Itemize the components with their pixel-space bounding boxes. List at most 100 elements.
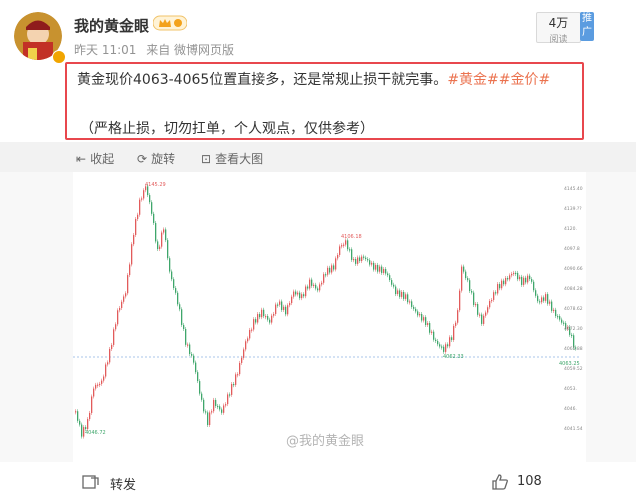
candle xyxy=(77,411,79,421)
candle xyxy=(323,274,325,283)
candle xyxy=(503,280,505,285)
candle xyxy=(141,198,143,200)
candle xyxy=(529,275,531,280)
collapse-button[interactable]: ⇤ 收起 xyxy=(76,150,114,167)
candle xyxy=(537,295,539,302)
candle xyxy=(489,300,491,308)
candle xyxy=(349,249,351,251)
candle xyxy=(101,380,103,384)
candle xyxy=(561,319,563,323)
magnify-icon: ⊡ xyxy=(201,151,212,166)
vip-crown-icon[interactable] xyxy=(152,14,188,32)
candle xyxy=(79,420,81,425)
candle xyxy=(175,288,177,293)
author-name[interactable]: 我的黄金眼 xyxy=(74,15,149,36)
candle xyxy=(551,301,553,311)
candle xyxy=(525,277,527,283)
candle xyxy=(177,292,179,305)
candle xyxy=(123,296,125,302)
view-large-button[interactable]: ⊡ 查看大图 xyxy=(201,150,263,167)
candle xyxy=(499,284,501,289)
candle xyxy=(443,346,445,352)
candle xyxy=(335,258,337,270)
candle xyxy=(473,292,475,305)
candle xyxy=(519,276,521,280)
candle xyxy=(437,340,439,345)
candle xyxy=(155,222,157,242)
candle xyxy=(243,349,245,358)
candle xyxy=(549,301,551,304)
candle xyxy=(231,384,233,395)
candle xyxy=(341,245,343,247)
candle xyxy=(411,301,413,307)
candle xyxy=(139,199,141,215)
candle xyxy=(263,309,265,317)
candle xyxy=(403,292,405,299)
candle xyxy=(527,275,529,283)
verified-badge-icon xyxy=(52,50,66,64)
read-count-badge: 4万 阅读 xyxy=(536,12,581,45)
candle xyxy=(297,292,299,295)
candle xyxy=(431,331,433,333)
candle xyxy=(125,293,127,297)
rotate-icon: ⟳ xyxy=(137,151,148,166)
y-tick-label: 4090.66 xyxy=(564,266,583,272)
candle xyxy=(493,292,495,300)
candle xyxy=(513,272,515,275)
like-icon[interactable] xyxy=(491,474,509,490)
forward-icon[interactable] xyxy=(82,474,100,490)
push-button[interactable]: 推广 xyxy=(580,12,594,41)
candle xyxy=(85,427,87,429)
candle xyxy=(535,290,537,296)
collapse-label: 收起 xyxy=(90,152,115,166)
candle xyxy=(423,317,425,321)
y-tick-label: 4065.88 xyxy=(564,346,583,352)
candle xyxy=(159,246,161,250)
candle xyxy=(553,309,555,312)
candle xyxy=(347,240,349,250)
candle xyxy=(115,324,117,330)
left-low-label: 4062.33 xyxy=(443,354,464,360)
candle xyxy=(531,279,533,282)
candle xyxy=(307,286,309,289)
candle xyxy=(153,213,155,223)
candle xyxy=(545,294,547,301)
candle xyxy=(227,394,229,405)
candle xyxy=(329,267,331,273)
rotate-button[interactable]: ⟳ 旋转 xyxy=(137,150,175,167)
candle xyxy=(481,314,483,324)
candle xyxy=(89,412,91,420)
candle xyxy=(143,190,145,199)
post-time[interactable]: 昨天 11:01 xyxy=(74,43,136,57)
candle xyxy=(345,240,347,245)
candle xyxy=(425,317,427,325)
hashtags[interactable]: #黄金##金价# xyxy=(447,72,550,88)
forward-button[interactable]: 转发 xyxy=(110,474,136,493)
candle xyxy=(127,275,129,294)
candle xyxy=(247,338,249,342)
candle xyxy=(301,294,303,299)
candle xyxy=(305,286,307,297)
candlestick-chart: 4145.29 4106.18 4046.72 4062.33 4063.25 … xyxy=(73,182,583,439)
candle xyxy=(367,259,369,261)
candle xyxy=(389,275,391,281)
candle xyxy=(475,304,477,306)
post-text: 黄金现价4063-4065位置直接多，还是常规止损干就完事。#黄金##金价# xyxy=(77,69,550,89)
post-meta: 昨天 11:01 来自 微博网页版 xyxy=(74,41,240,58)
candle xyxy=(251,329,253,331)
y-tick-label: 4072.30 xyxy=(564,326,583,332)
candle xyxy=(179,304,181,310)
y-tick-label: 4059.52 xyxy=(564,366,583,372)
candle xyxy=(409,301,411,303)
like-count[interactable]: 108 xyxy=(517,474,542,489)
candle xyxy=(429,323,431,333)
candle xyxy=(105,364,107,377)
candle xyxy=(459,290,461,311)
candle xyxy=(541,297,543,303)
candle xyxy=(333,265,335,270)
candle xyxy=(497,284,499,294)
chart-image[interactable]: 4145.29 4106.18 4046.72 4062.33 4063.25 … xyxy=(73,172,586,462)
candle xyxy=(465,271,467,279)
candle xyxy=(151,202,153,214)
candle xyxy=(181,309,183,325)
